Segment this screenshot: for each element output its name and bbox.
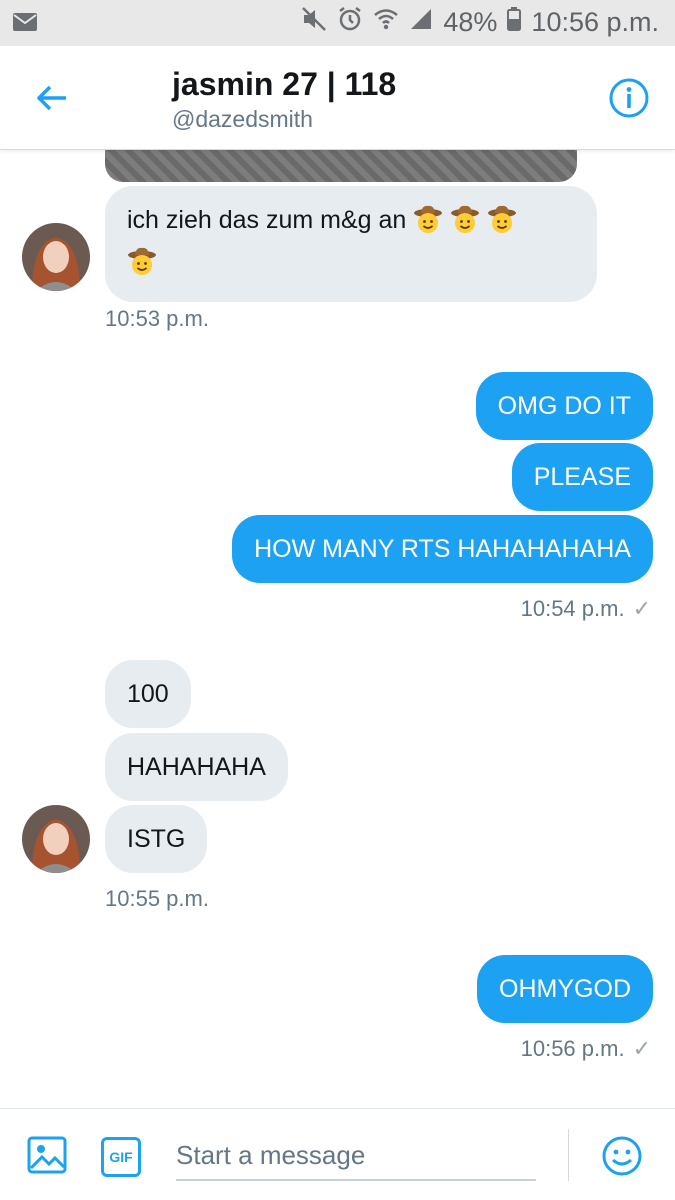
alarm-icon — [337, 6, 363, 39]
timestamp: 10:55 p.m. — [105, 886, 209, 911]
conversation-header: jasmin 27 | 118 @dazedsmith — [0, 46, 675, 150]
message-input[interactable] — [176, 1131, 536, 1181]
conversation-title[interactable]: jasmin 27 | 118 — [172, 66, 396, 103]
timestamp: 10:56 p.m. ✓ — [521, 1036, 651, 1062]
cowboy-emoji-icon — [127, 246, 157, 286]
message-text: OMG DO IT — [497, 392, 631, 420]
message-thread[interactable]: ich zieh das zum m&g an 10:53 p.m. OMG D… — [0, 150, 675, 1108]
battery-icon — [507, 7, 522, 38]
status-bar: 48% 10:56 p.m. — [0, 0, 675, 46]
message-text: ich zieh das zum m&g an — [127, 206, 407, 234]
message-bubble-outgoing[interactable]: HOW MANY RTS HAHAHAHAHA — [232, 515, 653, 583]
cowboy-emoji-icon — [487, 204, 517, 244]
wifi-icon — [373, 7, 399, 38]
clock: 10:56 p.m. — [531, 7, 659, 37]
back-arrow-icon[interactable] — [30, 76, 74, 120]
message-text: OHMYGOD — [499, 975, 631, 1003]
avatar[interactable] — [22, 805, 90, 873]
timestamp: 10:54 p.m. ✓ — [521, 596, 651, 622]
cowboy-emoji-icon — [413, 204, 443, 244]
message-bubble-incoming[interactable]: ISTG — [105, 805, 208, 873]
timestamp-text: 10:54 p.m. — [520, 596, 625, 621]
mail-icon — [12, 12, 38, 37]
message-text: HAHAHAHA — [127, 753, 266, 781]
timestamp-text: 10:56 p.m. — [520, 1036, 625, 1061]
battery-level: 48% — [443, 7, 498, 37]
cowboy-emoji-icon — [450, 204, 480, 244]
message-bubble-outgoing[interactable]: PLEASE — [511, 443, 653, 511]
message-bubble-incoming[interactable]: HAHAHAHA — [105, 733, 288, 801]
message-bubble-outgoing[interactable]: OMG DO IT — [475, 372, 653, 440]
message-bubble-outgoing[interactable]: OHMYGOD — [477, 955, 653, 1023]
media-attachment-preview[interactable] — [105, 150, 577, 182]
message-text: ISTG — [127, 825, 186, 853]
message-bubble-incoming[interactable]: ich zieh das zum m&g an — [105, 186, 597, 302]
timestamp: 10:53 p.m. — [105, 306, 209, 331]
message-bubble-incoming[interactable]: 100 — [105, 660, 191, 728]
checkmark-icon: ✓ — [632, 1036, 651, 1061]
mute-icon — [301, 6, 327, 39]
user-handle[interactable]: @dazedsmith — [172, 106, 313, 133]
avatar[interactable] — [22, 223, 90, 291]
divider — [568, 1129, 569, 1181]
message-text: HOW MANY RTS HAHAHAHAHA — [254, 535, 631, 563]
checkmark-icon: ✓ — [632, 596, 651, 621]
signal-icon — [409, 7, 433, 38]
message-composer: GIF — [0, 1108, 675, 1200]
gif-button[interactable]: GIF — [101, 1137, 141, 1177]
emoji-icon[interactable] — [601, 1135, 643, 1177]
message-text: PLEASE — [533, 463, 631, 491]
message-text: 100 — [127, 680, 169, 708]
image-icon[interactable] — [27, 1135, 67, 1175]
info-icon[interactable] — [607, 76, 651, 120]
